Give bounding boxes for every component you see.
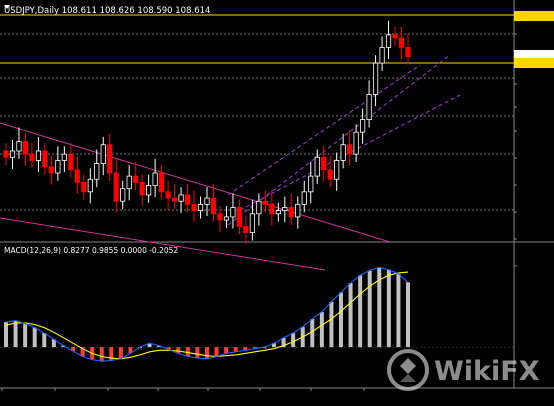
macd-histogram-bar	[329, 301, 334, 348]
macd-histogram-bar	[23, 323, 28, 348]
candle-body	[3, 150, 9, 158]
candle-body	[197, 203, 204, 212]
candle-body	[398, 37, 405, 48]
candle-body	[100, 144, 106, 164]
candle-body	[314, 156, 320, 177]
macd-histogram-bar	[396, 273, 401, 348]
candle-body	[191, 203, 197, 212]
macd-histogram-bar	[224, 347, 229, 354]
candle-body	[334, 160, 340, 180]
macd-histogram-bar	[310, 318, 315, 348]
macd-histogram-bar	[205, 347, 209, 359]
candle-body	[288, 207, 294, 218]
macd-histogram-bar	[319, 311, 324, 348]
candle-body	[68, 153, 74, 171]
candle-body	[249, 213, 255, 234]
candle-body	[223, 216, 230, 221]
candle-body	[35, 150, 42, 161]
candle-body	[22, 141, 29, 155]
candle-body	[301, 191, 307, 205]
chart-header: USDJPY,Daily 108.611 108.626 108.590 108…	[4, 6, 210, 16]
macd-histogram-bar	[4, 322, 8, 348]
macd-histogram-bar	[406, 282, 410, 348]
macd-histogram-bar	[367, 270, 372, 348]
candle-body	[178, 194, 184, 202]
candle-body	[295, 203, 301, 218]
macd-title: MACD(12,26,9) 0.8277 0.9855 0.0000 -0.20…	[4, 246, 178, 255]
candle-body	[87, 178, 93, 193]
candle-body	[107, 144, 113, 174]
candle-body	[256, 200, 262, 215]
macd-histogram-bar	[118, 347, 123, 359]
macd-histogram-bar	[13, 320, 18, 348]
candle-body	[327, 169, 333, 180]
candle-body	[48, 166, 54, 174]
macd-histogram-bar	[214, 347, 219, 357]
macd-histogram-bar	[339, 292, 343, 348]
candle-body	[126, 175, 132, 190]
candle-body	[94, 163, 100, 180]
candle-body	[230, 207, 236, 218]
candle-body	[210, 197, 217, 215]
candle-body	[405, 46, 411, 58]
candle-body	[282, 207, 288, 212]
candle-body	[152, 172, 158, 186]
candle-body	[9, 150, 16, 158]
candle-body	[243, 225, 249, 234]
candle-body	[120, 188, 126, 202]
macd-histogram-bar	[32, 327, 37, 348]
candle-body	[61, 153, 67, 161]
candle-body	[321, 156, 327, 171]
candle-body	[379, 46, 385, 64]
chart-window[interactable]: USDJPY,Daily 108.611 108.626 108.590 108…	[0, 0, 554, 402]
macd-histogram-bar	[358, 275, 363, 348]
candle-body	[372, 62, 379, 95]
candle-body	[353, 131, 359, 155]
candle-body	[275, 210, 281, 215]
candle-body	[16, 141, 22, 152]
candle-body	[385, 34, 392, 48]
macd-histogram-bar	[386, 269, 391, 348]
macd-histogram-bar	[195, 347, 200, 359]
candle-body	[42, 150, 48, 168]
candle-body	[347, 144, 353, 155]
wikifx-watermark: WikiFX	[387, 349, 540, 391]
candle-body	[165, 191, 171, 199]
wikifx-wordmark: WikiFX	[434, 356, 540, 387]
candle-body	[340, 144, 346, 161]
candle-body	[74, 169, 80, 183]
candle-body	[308, 175, 314, 193]
candle-body	[139, 181, 145, 196]
top-price-tag-box	[514, 11, 554, 21]
candle-body	[262, 200, 268, 205]
candle-body	[360, 119, 366, 133]
candle-body	[146, 185, 152, 196]
trading-chart[interactable]: USDJPY,Daily 108.611 108.626 108.590 108…	[0, 0, 554, 402]
candle-body	[269, 203, 275, 215]
candle-body	[159, 172, 165, 193]
candle-body	[133, 175, 139, 183]
macd-histogram-bar	[99, 347, 104, 362]
macd-histogram-bar	[348, 283, 353, 348]
level-price-tag-box	[514, 58, 554, 68]
candle-body	[204, 197, 210, 205]
candle-body	[55, 160, 61, 174]
candle-body	[217, 213, 223, 221]
candle-body	[81, 181, 87, 193]
candle-body	[392, 34, 398, 39]
candle-body	[184, 194, 191, 205]
macd-histogram-bar	[42, 333, 47, 348]
candle-body	[113, 172, 119, 202]
candle-body	[236, 207, 243, 227]
macd-histogram-bar	[291, 333, 296, 348]
candle-body	[366, 94, 372, 121]
candle-body	[171, 197, 178, 202]
candle-body	[29, 153, 35, 161]
